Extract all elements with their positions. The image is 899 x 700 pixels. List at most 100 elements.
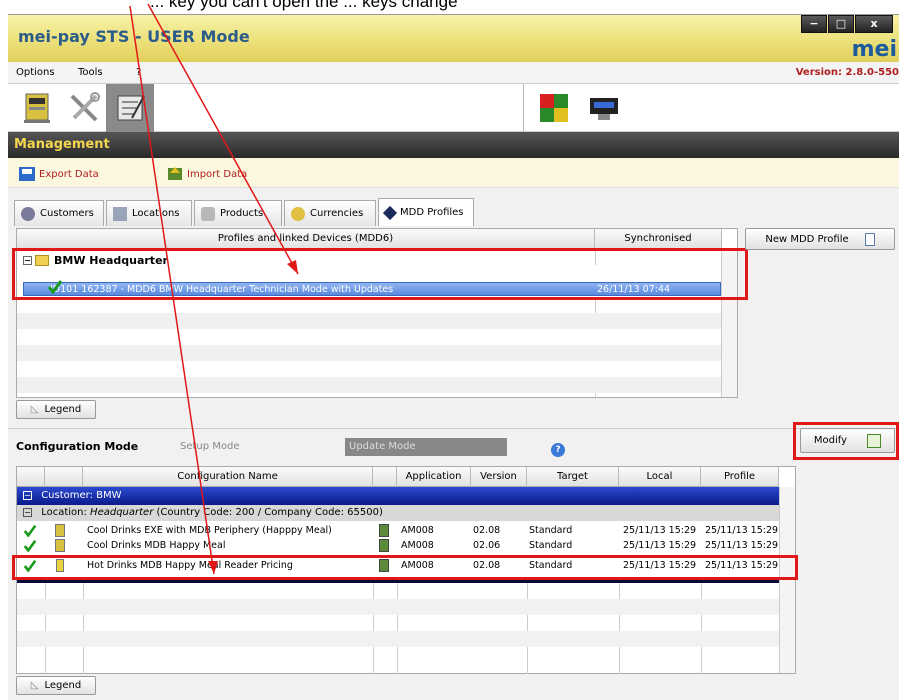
config-target: Standard: [529, 540, 573, 551]
section-divider: [8, 428, 899, 429]
customer-group-row[interactable]: − Customer: BMW: [17, 487, 779, 505]
tab-currencies-label: Currencies: [310, 208, 364, 219]
config-name: Cool Drinks EXE with MDB Periphery (Happ…: [87, 525, 332, 536]
checkmark-icon: [23, 524, 37, 538]
col-configuration-name[interactable]: Configuration Name: [83, 467, 373, 487]
setup-mode-option[interactable]: Setup Mode: [180, 441, 240, 452]
application-icon: [379, 539, 389, 552]
export-data-button[interactable]: Export Data: [18, 165, 99, 183]
terminal-icon[interactable]: [20, 90, 56, 126]
checkmark-icon: [23, 539, 37, 553]
customer-label: Customer: BMW: [41, 490, 122, 501]
maximize-button[interactable]: □: [828, 15, 854, 33]
tools-icon[interactable]: [66, 90, 102, 126]
products-icon: [201, 206, 215, 221]
tab-locations[interactable]: Locations: [106, 200, 192, 226]
column-divider: [397, 583, 398, 674]
config-grid-header: Configuration Name Application Version T…: [17, 467, 779, 487]
caption-text: ... key you can't open the ... keys chan…: [150, 0, 458, 11]
network-icon[interactable]: [536, 90, 572, 126]
tab-products-label: Products: [220, 208, 264, 219]
highlight-box-modify: [793, 422, 899, 460]
tab-customers-label: Customers: [40, 208, 94, 219]
application-icon: [379, 524, 389, 537]
location-codes: (Country Code: 200 / Company Code: 65500…: [156, 507, 383, 518]
col-synchronised[interactable]: Synchronised: [595, 229, 722, 249]
location-group-row[interactable]: − Location: Headquarter (Country Code: 2…: [17, 505, 779, 521]
window-title: mei-pay STS - USER Mode: [18, 27, 250, 46]
col-profiles[interactable]: Profiles and linked Devices (MDD6): [17, 229, 595, 249]
management-icon[interactable]: [112, 90, 148, 126]
new-mdd-profile-label: New MDD Profile: [765, 233, 849, 245]
config-row[interactable]: Cool Drinks EXE with MDB Periphery (Happ…: [17, 523, 779, 538]
column-divider: [373, 583, 374, 674]
menu-options[interactable]: Options: [16, 67, 55, 78]
legend-arrow-icon: ◺: [30, 404, 39, 415]
col-app-icon[interactable]: [373, 467, 397, 487]
section-header: Management: [8, 132, 899, 158]
tab-customers[interactable]: Customers: [14, 200, 104, 226]
column-divider: [83, 583, 84, 674]
tab-mdd-profiles[interactable]: MDD Profiles: [378, 198, 474, 226]
tab-currencies[interactable]: Currencies: [284, 200, 376, 226]
legend-button-bottom[interactable]: ◺ Legend: [16, 676, 96, 695]
config-local: 25/11/13 15:29: [623, 540, 697, 551]
col-target[interactable]: Target: [527, 467, 619, 487]
toolbar: [8, 84, 899, 132]
col-profile[interactable]: Profile: [701, 467, 779, 487]
location-name: Headquarter: [90, 507, 154, 518]
config-application: AM008: [401, 540, 434, 551]
config-version: 02.06: [473, 540, 501, 551]
col-version[interactable]: Version: [471, 467, 527, 487]
legend-label: Legend: [44, 404, 82, 415]
row-stripe: [17, 631, 779, 647]
title-bar: mei-pay STS - USER Mode mei − □ x: [8, 14, 899, 62]
col-status[interactable]: [17, 467, 45, 487]
new-mdd-profile-button[interactable]: New MDD Profile: [745, 228, 895, 250]
col-type[interactable]: [45, 467, 83, 487]
col-application[interactable]: Application: [397, 467, 471, 487]
tab-strip: Customers Locations Products Currencies …: [8, 188, 899, 228]
legend-arrow-icon: ◺: [30, 680, 39, 691]
machine-icon: [55, 524, 65, 537]
customers-icon: [21, 206, 35, 221]
export-icon: [19, 167, 35, 181]
legend-button-top[interactable]: ◺ Legend: [16, 400, 96, 419]
row-stripe: [17, 377, 722, 393]
minimize-button[interactable]: −: [801, 15, 827, 33]
config-application: AM008: [401, 525, 434, 536]
column-divider: [45, 583, 46, 674]
tab-locations-label: Locations: [132, 208, 180, 219]
tab-products[interactable]: Products: [194, 200, 282, 226]
config-version: 02.08: [473, 525, 501, 536]
highlight-box-profile: [12, 248, 748, 300]
highlight-box-config-row: [12, 555, 798, 580]
collapse-location-icon[interactable]: −: [23, 508, 32, 517]
menu-help[interactable]: ?: [136, 67, 141, 78]
row-stripe: [17, 313, 722, 329]
configuration-mode-title: Configuration Mode: [16, 440, 139, 453]
config-local: 25/11/13 15:29: [623, 525, 697, 536]
action-bar: Export Data Import Data: [8, 158, 899, 188]
caption-strip: ... key you can't open the ... keys chan…: [0, 0, 899, 12]
column-divider: [527, 583, 528, 674]
import-data-button[interactable]: Import Data: [166, 165, 247, 183]
row-stripe: [17, 345, 722, 361]
column-divider: [701, 583, 702, 674]
version-label: Version: 2.8.0-550: [795, 67, 899, 78]
menu-bar: Options Tools ? Version: 2.8.0-550: [8, 62, 899, 84]
config-profile: 25/11/13 15:29: [705, 525, 779, 536]
col-local[interactable]: Local: [619, 467, 701, 487]
document-icon: [864, 232, 875, 246]
help-icon[interactable]: ?: [551, 443, 565, 457]
menu-tools[interactable]: Tools: [78, 67, 103, 78]
collapse-customer-icon[interactable]: −: [23, 491, 32, 500]
update-mode-option[interactable]: Update Mode: [345, 438, 507, 456]
config-row[interactable]: Cool Drinks MDB Happy Meal AM008 02.06 S…: [17, 538, 779, 553]
row-stripe: [17, 599, 779, 615]
config-scrollbar[interactable]: [779, 487, 795, 673]
location-label: Location:: [41, 507, 87, 518]
config-target: Standard: [529, 525, 573, 536]
close-button[interactable]: x: [855, 15, 893, 33]
card-reader-icon[interactable]: [586, 90, 622, 126]
